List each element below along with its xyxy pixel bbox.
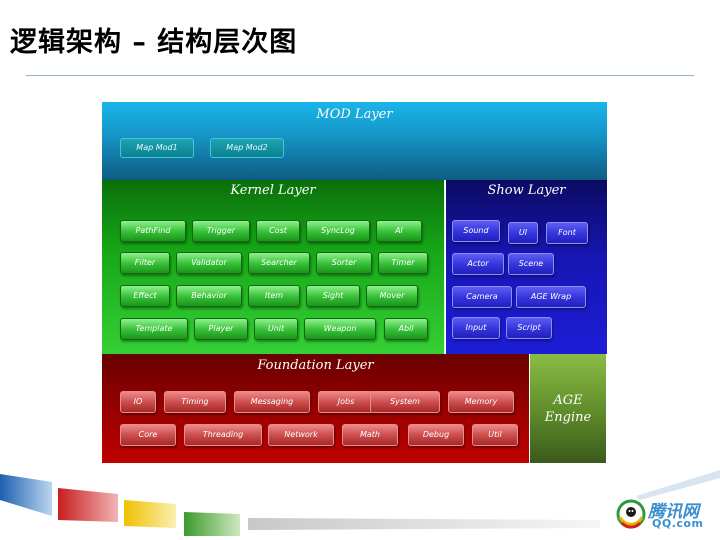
page-title: 逻辑架构 – 结构层次图: [10, 27, 298, 58]
kernel-layer-title: Kernel Layer: [230, 183, 316, 198]
kernel-item-template: Template: [120, 318, 188, 340]
foundation-item-util: Util: [472, 424, 518, 446]
kernel-item-trigger: Trigger: [192, 220, 250, 242]
kernel-item-validator: Validator: [176, 252, 242, 274]
kernel-item-item: Item: [248, 285, 300, 307]
age-engine-line1: AGE: [553, 393, 583, 408]
show-item-input: Input: [452, 317, 500, 339]
stripe-blue: [0, 474, 52, 516]
show-item-font: Font: [546, 222, 588, 244]
foundation-item-network: Network: [268, 424, 334, 446]
show-item-scene: Scene: [508, 253, 554, 275]
kernel-layer: Kernel Layer PathFind Trigger Cost SyncL…: [102, 180, 445, 354]
foundation-item-timing: Timing: [164, 391, 226, 413]
stripe-yellow: [124, 500, 176, 528]
show-layer-title: Show Layer: [487, 183, 566, 198]
foundation-item-threading: Threading: [184, 424, 262, 446]
show-layer: Show Layer Sound UI Font Actor Scene Cam…: [446, 180, 607, 354]
show-item-age-wrap: AGE Wrap: [516, 286, 586, 308]
kernel-item-mover: Mover: [366, 285, 418, 307]
foundation-item-messaging: Messaging: [234, 391, 310, 413]
kernel-item-pathfind: PathFind: [120, 220, 186, 242]
kernel-item-abil: Abil: [384, 318, 428, 340]
show-item-ui: UI: [508, 222, 538, 244]
mod-layer: MOD Layer Map Mod1 Map Mod2: [102, 102, 607, 180]
kernel-item-sorter: Sorter: [316, 252, 372, 274]
kernel-item-timer: Timer: [378, 252, 428, 274]
foundation-layer: Foundation Layer IO Timing Messaging Job…: [102, 354, 529, 463]
tencent-logo-domain: QQ.com: [652, 517, 704, 530]
foundation-item-jobs: Jobs: [318, 391, 374, 413]
foundation-item-math: Math: [342, 424, 398, 446]
stripe-gray-right: [636, 470, 720, 500]
show-item-camera: Camera: [452, 286, 512, 308]
kernel-item-ai: AI: [376, 220, 422, 242]
stripe-red: [58, 488, 118, 522]
stripe-green: [184, 512, 240, 536]
tencent-logo-icon: [616, 499, 646, 529]
mod-layer-title: MOD Layer: [316, 107, 393, 122]
foundation-item-io: IO: [120, 391, 156, 413]
kernel-item-effect: Effect: [120, 285, 170, 307]
age-engine-title: AGE Engine: [530, 392, 606, 426]
stripe-gray: [248, 518, 600, 530]
show-item-actor: Actor: [452, 253, 504, 275]
tencent-logo: 腾讯网 QQ.com: [616, 497, 708, 533]
foundation-item-system: System: [370, 391, 440, 413]
kernel-item-cost: Cost: [256, 220, 300, 242]
show-item-sound: Sound: [452, 220, 500, 242]
foundation-item-debug: Debug: [408, 424, 464, 446]
foundation-layer-title: Foundation Layer: [257, 358, 374, 373]
age-engine-layer: AGE Engine: [529, 354, 606, 463]
kernel-item-synclog: SyncLog: [306, 220, 370, 242]
foundation-item-core: Core: [120, 424, 176, 446]
mod-item-map-mod2: Map Mod2: [210, 138, 284, 158]
title-divider: [26, 75, 694, 76]
kernel-item-unit: Unit: [254, 318, 298, 340]
kernel-item-searcher: Searcher: [248, 252, 310, 274]
mod-item-map-mod1: Map Mod1: [120, 138, 194, 158]
age-engine-line2: Engine: [544, 410, 592, 425]
kernel-item-sight: Sight: [306, 285, 360, 307]
kernel-item-behavior: Behavior: [176, 285, 242, 307]
foundation-item-memory: Memory: [448, 391, 514, 413]
kernel-item-filter: Filter: [120, 252, 170, 274]
kernel-item-player: Player: [194, 318, 248, 340]
show-item-script: Script: [506, 317, 552, 339]
kernel-item-weapon: Weapon: [304, 318, 376, 340]
